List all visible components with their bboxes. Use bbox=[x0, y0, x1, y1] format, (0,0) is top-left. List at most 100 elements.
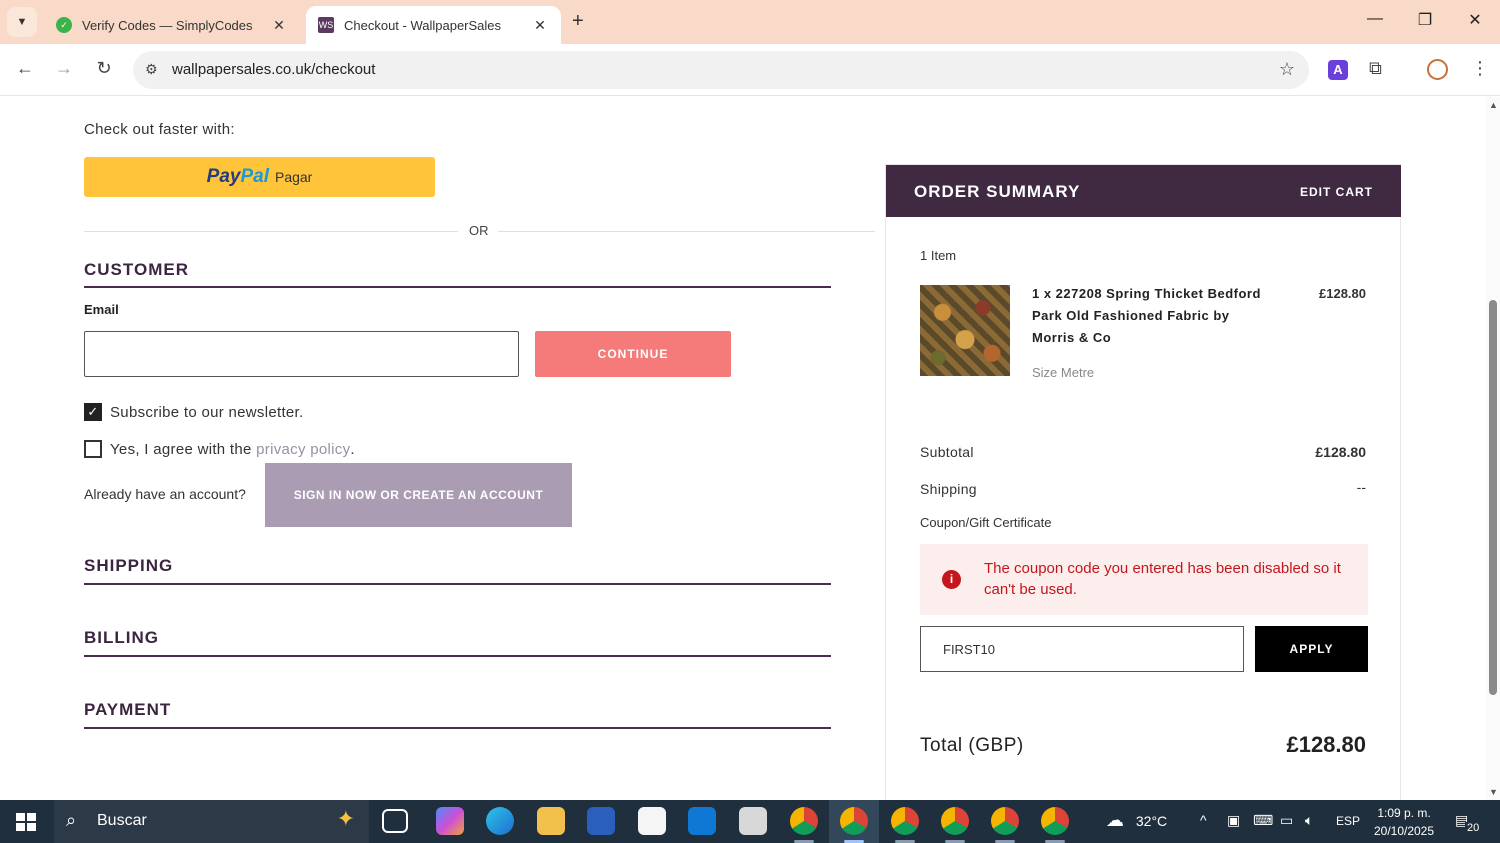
volume-icon[interactable]: 🔈︎ bbox=[1305, 812, 1313, 829]
product-thumbnail[interactable] bbox=[920, 285, 1010, 376]
close-tab-icon[interactable]: ✕ bbox=[531, 17, 549, 34]
error-icon: i bbox=[942, 570, 961, 589]
privacy-policy-link[interactable]: privacy policy bbox=[256, 441, 350, 458]
email-field[interactable] bbox=[84, 331, 519, 377]
profile-avatar-icon[interactable] bbox=[1427, 59, 1448, 80]
extension-a-icon[interactable]: A bbox=[1328, 60, 1348, 80]
clock-time: 1:09 p. m. bbox=[1377, 806, 1431, 820]
paypal-button-label: Pagar bbox=[274, 169, 313, 185]
edit-cart-link[interactable]: EDIT CART bbox=[1300, 185, 1373, 199]
wallpapersales-favicon-icon: WS bbox=[318, 17, 334, 33]
site-info-icon[interactable]: ⚙ bbox=[145, 61, 158, 78]
sign-in-button[interactable]: SIGN IN NOW OR CREATE AN ACCOUNT bbox=[265, 463, 572, 527]
privacy-checkbox-row[interactable]: Yes, I agree with the privacy policy . bbox=[84, 440, 355, 458]
address-bar[interactable]: ⚙ wallpapersales.co.uk/checkout ☆ bbox=[133, 51, 1309, 89]
ime-icon[interactable]: ⌨ bbox=[1253, 812, 1273, 829]
word-icon[interactable] bbox=[587, 807, 615, 835]
close-window-icon[interactable]: ✕ bbox=[1460, 10, 1490, 30]
or-separator: OR bbox=[469, 223, 489, 238]
tab-title: Verify Codes — SimplyCodes bbox=[82, 17, 253, 33]
task-view-icon[interactable] bbox=[382, 809, 408, 833]
payment-section-title[interactable]: PAYMENT bbox=[84, 700, 171, 720]
divider bbox=[84, 727, 831, 729]
tab-wallpapersales[interactable]: WS Checkout - WallpaperSales ✕ bbox=[306, 6, 561, 44]
temperature: 32°C bbox=[1135, 813, 1168, 829]
language-indicator[interactable]: ESP bbox=[1336, 814, 1360, 828]
close-tab-icon[interactable]: ✕ bbox=[270, 17, 288, 34]
order-summary-panel: ORDER SUMMARY EDIT CART 1 Item 1 x 22720… bbox=[885, 164, 1401, 800]
chevron-down-icon: ▼ bbox=[16, 16, 28, 28]
item-count: 1 Item bbox=[920, 248, 957, 263]
privacy-agree-suffix: . bbox=[350, 440, 355, 458]
copilot-icon[interactable] bbox=[436, 807, 464, 835]
microsoft-store-icon[interactable] bbox=[638, 807, 666, 835]
taskbar-search[interactable]: ⌕ Buscar ✦ bbox=[54, 800, 369, 843]
chrome-profile-j2-icon[interactable] bbox=[1041, 807, 1069, 835]
chrome-profile-m-icon[interactable] bbox=[941, 807, 969, 835]
divider bbox=[84, 231, 458, 232]
checkout-faster-label: Check out faster with: bbox=[84, 121, 235, 138]
product-size: Size Metre bbox=[1032, 365, 1095, 380]
clock[interactable]: 1:09 p. m. 20/10/2025 bbox=[1370, 804, 1438, 840]
forward-arrow-icon[interactable]: → bbox=[52, 58, 76, 79]
browser-tab-bar: ▼ ✓ Verify Codes — SimplyCodes ✕ WS Chec… bbox=[0, 0, 1500, 44]
coupon-error-message: The coupon code you entered has been dis… bbox=[984, 560, 1341, 598]
total-value: £128.80 bbox=[1286, 732, 1366, 757]
browser-toolbar: ← → ↻ ⚙ wallpapersales.co.uk/checkout ☆ … bbox=[0, 44, 1500, 96]
email-label: Email bbox=[84, 302, 119, 317]
existing-account-text: Already have an account? bbox=[84, 486, 246, 502]
shipping-value: -- bbox=[1356, 479, 1366, 495]
url-text[interactable]: wallpapersales.co.uk/checkout bbox=[172, 61, 375, 78]
edge-icon[interactable] bbox=[486, 807, 514, 835]
outlook-icon[interactable] bbox=[688, 807, 716, 835]
restore-icon[interactable]: ❐ bbox=[1410, 10, 1440, 30]
total-label: Total (GBP) bbox=[920, 735, 1024, 756]
newsletter-label: Subscribe to our newsletter. bbox=[110, 403, 304, 421]
extensions-puzzle-icon[interactable]: ⧉ bbox=[1369, 58, 1382, 79]
billing-section-title[interactable]: BILLING bbox=[84, 628, 159, 648]
scroll-down-arrow-icon[interactable]: ▼ bbox=[1489, 787, 1498, 797]
subtotal-label: Subtotal bbox=[920, 444, 974, 460]
copilot-sparkle-icon[interactable]: ✦ bbox=[337, 806, 355, 832]
shipping-section-title[interactable]: SHIPPING bbox=[84, 556, 173, 576]
coupon-error-alert: i The coupon code you entered has been d… bbox=[920, 544, 1368, 615]
scrollbar-thumb[interactable] bbox=[1489, 300, 1497, 695]
privacy-checkbox[interactable] bbox=[84, 440, 102, 458]
tab-search-button[interactable]: ▼ bbox=[7, 7, 37, 37]
newsletter-checkbox[interactable]: ✓ bbox=[84, 403, 102, 421]
chrome-active-icon[interactable] bbox=[840, 807, 868, 835]
tab-simplycodes[interactable]: ✓ Verify Codes — SimplyCodes ✕ bbox=[44, 6, 300, 44]
coupon-label: Coupon/Gift Certificate bbox=[920, 515, 1052, 530]
newsletter-checkbox-row[interactable]: ✓ Subscribe to our newsletter. bbox=[84, 403, 304, 421]
chrome-profile-j-icon[interactable] bbox=[790, 807, 818, 835]
windows-start-icon[interactable] bbox=[16, 813, 36, 831]
camera-icon[interactable]: ▣ bbox=[1227, 812, 1240, 829]
apply-coupon-button[interactable]: APPLY bbox=[1255, 626, 1368, 672]
customer-section-title: CUSTOMER bbox=[84, 260, 189, 279]
reload-icon[interactable]: ↻ bbox=[92, 58, 116, 79]
chrome-profile-d-icon[interactable] bbox=[891, 807, 919, 835]
chrome-profile-d2-icon[interactable] bbox=[991, 807, 1019, 835]
bookmark-star-icon[interactable]: ☆ bbox=[1279, 59, 1295, 80]
minimize-icon[interactable]: — bbox=[1360, 10, 1390, 28]
network-icon[interactable]: ▭ bbox=[1280, 812, 1293, 829]
tab-title: Checkout - WallpaperSales bbox=[344, 17, 502, 33]
menu-kebab-icon[interactable]: ⋮ bbox=[1471, 58, 1489, 79]
calculator-icon[interactable] bbox=[739, 807, 767, 835]
search-icon: ⌕ bbox=[66, 810, 77, 830]
page-content: Check out faster with: PayPal Pagar OR C… bbox=[0, 97, 1500, 800]
order-summary-title: ORDER SUMMARY bbox=[914, 182, 1081, 201]
order-summary-header: ORDER SUMMARY EDIT CART bbox=[886, 165, 1401, 217]
weather-widget[interactable]: ☁ 32°C bbox=[1106, 810, 1167, 831]
coupon-code-input[interactable] bbox=[920, 626, 1244, 672]
back-arrow-icon[interactable]: ← bbox=[13, 58, 37, 79]
scroll-up-arrow-icon[interactable]: ▲ bbox=[1489, 100, 1498, 110]
file-explorer-icon[interactable] bbox=[537, 807, 565, 835]
product-name: 1 x 227208 Spring Thicket Bedford Park O… bbox=[1032, 286, 1261, 345]
privacy-agree-prefix: Yes, I agree with the bbox=[110, 440, 257, 458]
paypal-button[interactable]: PayPal Pagar bbox=[84, 157, 435, 197]
page-scrollbar[interactable]: ▲ ▼ bbox=[1486, 97, 1500, 800]
chevron-up-icon[interactable]: ^ bbox=[1200, 812, 1207, 828]
continue-button[interactable]: CONTINUE bbox=[535, 331, 731, 377]
new-tab-plus-icon[interactable]: + bbox=[572, 10, 584, 33]
